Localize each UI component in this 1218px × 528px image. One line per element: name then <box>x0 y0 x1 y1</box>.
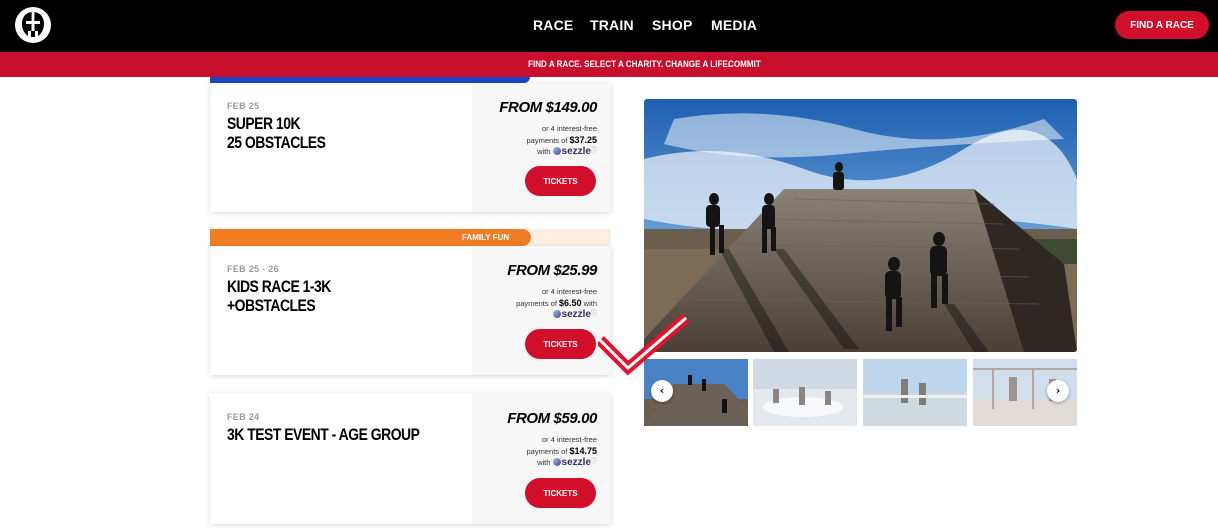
tickets-button[interactable]: TICKETS <box>525 329 596 359</box>
nav-race[interactable]: RACE <box>533 17 573 33</box>
info-icon[interactable]: ⓘ <box>591 311 597 317</box>
banner-commit-link[interactable]: COMMIT <box>728 59 761 69</box>
installment-with: with <box>537 458 551 467</box>
nav-shop[interactable]: SHOP <box>652 17 692 33</box>
installment-prefix: payments of <box>526 135 568 145</box>
installment-with: with <box>583 298 597 308</box>
installment-info: or 4 interest-free payments of $6.50 wit… <box>477 287 597 321</box>
tickets-button[interactable]: TICKETS <box>525 166 596 196</box>
installment-amount: $6.50 <box>559 297 582 308</box>
spartan-helmet-icon[interactable] <box>15 7 51 43</box>
chevron-left-icon[interactable]: ‹ <box>651 380 673 402</box>
info-icon[interactable]: ⓘ <box>591 148 597 154</box>
sezzle-logo-icon <box>552 147 561 155</box>
event-name: SUPER 10K 25 OBSTACLES <box>227 114 326 152</box>
event-name-line: +OBSTACLES <box>227 296 316 315</box>
installment-with: with <box>537 147 551 156</box>
event-name: KIDS RACE 1-3K +OBSTACLES <box>227 277 331 315</box>
event-date: FEB 25 - 26 <box>227 264 279 274</box>
installment-line: or 4 interest-free <box>541 287 597 296</box>
sezzle-wordmark: sezzle <box>561 309 591 320</box>
event-price: FROM $149.00 <box>499 99 597 116</box>
event-name-line: 3K TEST EVENT - AGE GROUP <box>227 425 420 444</box>
sezzle-wordmark: sezzle <box>561 457 591 468</box>
event-name-line: KIDS RACE 1-3K <box>227 277 331 296</box>
nav-media[interactable]: MEDIA <box>711 17 757 33</box>
event-name-line: SUPER 10K <box>227 114 301 133</box>
sezzle-logo-icon <box>552 458 561 466</box>
info-icon[interactable]: ⓘ <box>591 459 597 465</box>
installment-prefix: payments of <box>526 446 568 456</box>
event-card-kids-race: FEB 25 - 26 KIDS RACE 1-3K +OBSTACLES FR… <box>210 246 611 375</box>
event-name: 3K TEST EVENT - AGE GROUP <box>227 425 420 444</box>
installment-info: or 4 interest-free payments of $37.25 wi… <box>477 124 597 158</box>
event-card-3k-test: FEB 24 3K TEST EVENT - AGE GROUP FROM $5… <box>210 393 611 524</box>
family-fun-badge: FAMILY FUN <box>462 233 510 242</box>
promo-banner: FIND A RACE. SELECT A CHARITY. CHANGE A … <box>0 52 1218 77</box>
event-name-line: 25 OBSTACLES <box>227 133 326 152</box>
find-a-race-button[interactable]: FIND A RACE <box>1115 11 1209 39</box>
installment-info: or 4 interest-free payments of $14.75 wi… <box>477 435 597 469</box>
nav-train[interactable]: TRAIN <box>590 17 634 33</box>
event-card-super-10k: FEB 25 SUPER 10K 25 OBSTACLES FROM $149.… <box>210 83 611 212</box>
gallery-thumbnail[interactable] <box>863 359 967 426</box>
check-mark-icon <box>598 313 690 376</box>
installment-amount: $37.25 <box>569 134 597 145</box>
gallery-thumbnail[interactable] <box>753 359 857 426</box>
gallery-main-photo <box>644 99 1077 352</box>
sezzle-logo-icon <box>552 310 561 318</box>
sezzle-wordmark: sezzle <box>561 146 591 157</box>
installment-line: or 4 interest-free <box>541 435 597 444</box>
installment-line: or 4 interest-free <box>541 124 597 133</box>
event-price: FROM $25.99 <box>507 262 597 279</box>
event-price: FROM $59.00 <box>507 410 597 427</box>
chevron-right-icon[interactable]: › <box>1047 380 1069 402</box>
installment-prefix: payments of <box>516 298 557 308</box>
installment-amount: $14.75 <box>569 445 597 456</box>
event-date: FEB 24 <box>227 412 260 422</box>
tickets-button[interactable]: TICKETS <box>525 478 596 508</box>
banner-message: FIND A RACE. SELECT A CHARITY. CHANGE A … <box>528 59 731 69</box>
event-date: FEB 25 <box>227 101 260 111</box>
top-navigation-bar: RACE TRAIN SHOP MEDIA FIND A RACE <box>0 0 1218 52</box>
